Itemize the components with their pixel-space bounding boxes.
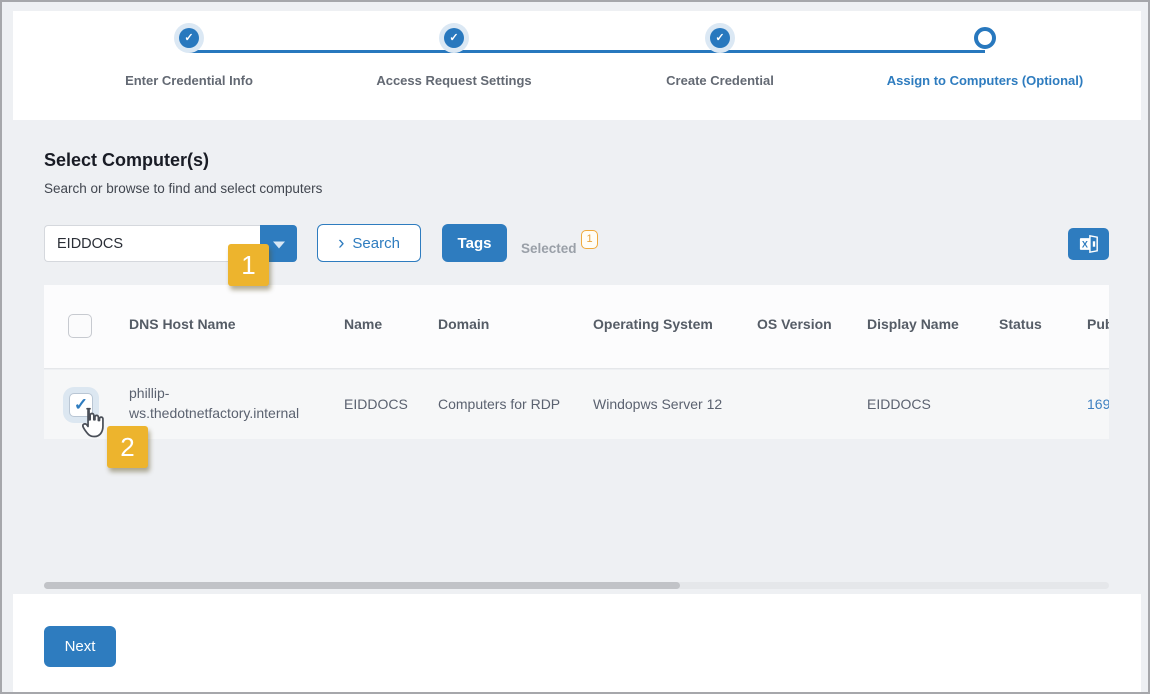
cell-dns-host-name: phillip-ws.thedotnetfactory.internal: [129, 383, 339, 423]
cell-name: EIDDOCS: [344, 396, 408, 412]
cell-display-name: EIDDOCS: [867, 396, 931, 412]
col-status[interactable]: Status: [999, 316, 1042, 332]
col-operating-system[interactable]: Operating System: [593, 316, 713, 332]
horizontal-scrollbar-track[interactable]: [44, 582, 1109, 589]
tags-button[interactable]: Tags: [442, 224, 507, 262]
annotation-badge-1: 1: [228, 244, 269, 286]
step-enter-credential-info[interactable]: ✓ Enter Credential Info: [69, 11, 309, 88]
col-display-name[interactable]: Display Name: [867, 316, 959, 332]
selected-label: Selected: [521, 241, 577, 256]
col-domain[interactable]: Domain: [438, 316, 489, 332]
step-current-icon: [974, 27, 996, 49]
wizard-window: ✓ Enter Credential Info ✓ Access Request…: [0, 0, 1150, 694]
page-subtitle: Search or browse to find and select comp…: [44, 181, 322, 196]
step-access-request-settings[interactable]: ✓ Access Request Settings: [334, 11, 574, 88]
cell-domain: Computers for RDP: [438, 396, 560, 412]
chevron-right-icon: ›: [338, 234, 344, 253]
step-assign-to-computers[interactable]: Assign to Computers (Optional): [865, 11, 1105, 88]
cell-pub-ip-link[interactable]: 169.: [1087, 396, 1109, 412]
step-label: Access Request Settings: [334, 73, 574, 88]
step-complete-icon: ✓: [705, 23, 735, 53]
step-complete-icon: ✓: [174, 23, 204, 53]
selected-count-badge: 1: [581, 230, 598, 249]
step-create-credential[interactable]: ✓ Create Credential: [600, 11, 840, 88]
page-title: Select Computer(s): [44, 150, 209, 171]
hand-cursor-icon: [76, 406, 106, 438]
col-pub[interactable]: Pub: [1087, 316, 1109, 332]
search-button[interactable]: › Search: [317, 224, 421, 262]
horizontal-scrollbar-thumb[interactable]: [44, 582, 680, 589]
stepper: ✓ Enter Credential Info ✓ Access Request…: [13, 11, 1141, 120]
next-button[interactable]: Next: [44, 626, 116, 667]
step-complete-icon: ✓: [439, 23, 469, 53]
col-os-version[interactable]: OS Version: [757, 316, 832, 332]
computers-table: DNS Host Name Name Domain Operating Syst…: [44, 285, 1109, 439]
step-label: Assign to Computers (Optional): [865, 73, 1105, 88]
annotation-badge-2: 2: [107, 426, 148, 468]
search-button-label: Search: [352, 235, 400, 252]
chevron-down-icon: [273, 241, 285, 248]
footer-bar: Next: [13, 594, 1141, 694]
cell-operating-system: Windopws Server 12: [593, 396, 722, 412]
step-label: Create Credential: [600, 73, 840, 88]
col-name[interactable]: Name: [344, 316, 382, 332]
select-all-checkbox[interactable]: [68, 314, 92, 338]
export-to-excel-button[interactable]: X: [1068, 228, 1109, 260]
col-dns-host-name[interactable]: DNS Host Name: [129, 316, 236, 332]
step-label: Enter Credential Info: [69, 73, 309, 88]
svg-text:X: X: [1081, 239, 1087, 249]
table-header-row: DNS Host Name Name Domain Operating Syst…: [44, 285, 1109, 369]
excel-icon: X: [1078, 234, 1100, 254]
table-row[interactable]: ✓ phillip-ws.thedotnetfactory.internal E…: [44, 370, 1109, 439]
